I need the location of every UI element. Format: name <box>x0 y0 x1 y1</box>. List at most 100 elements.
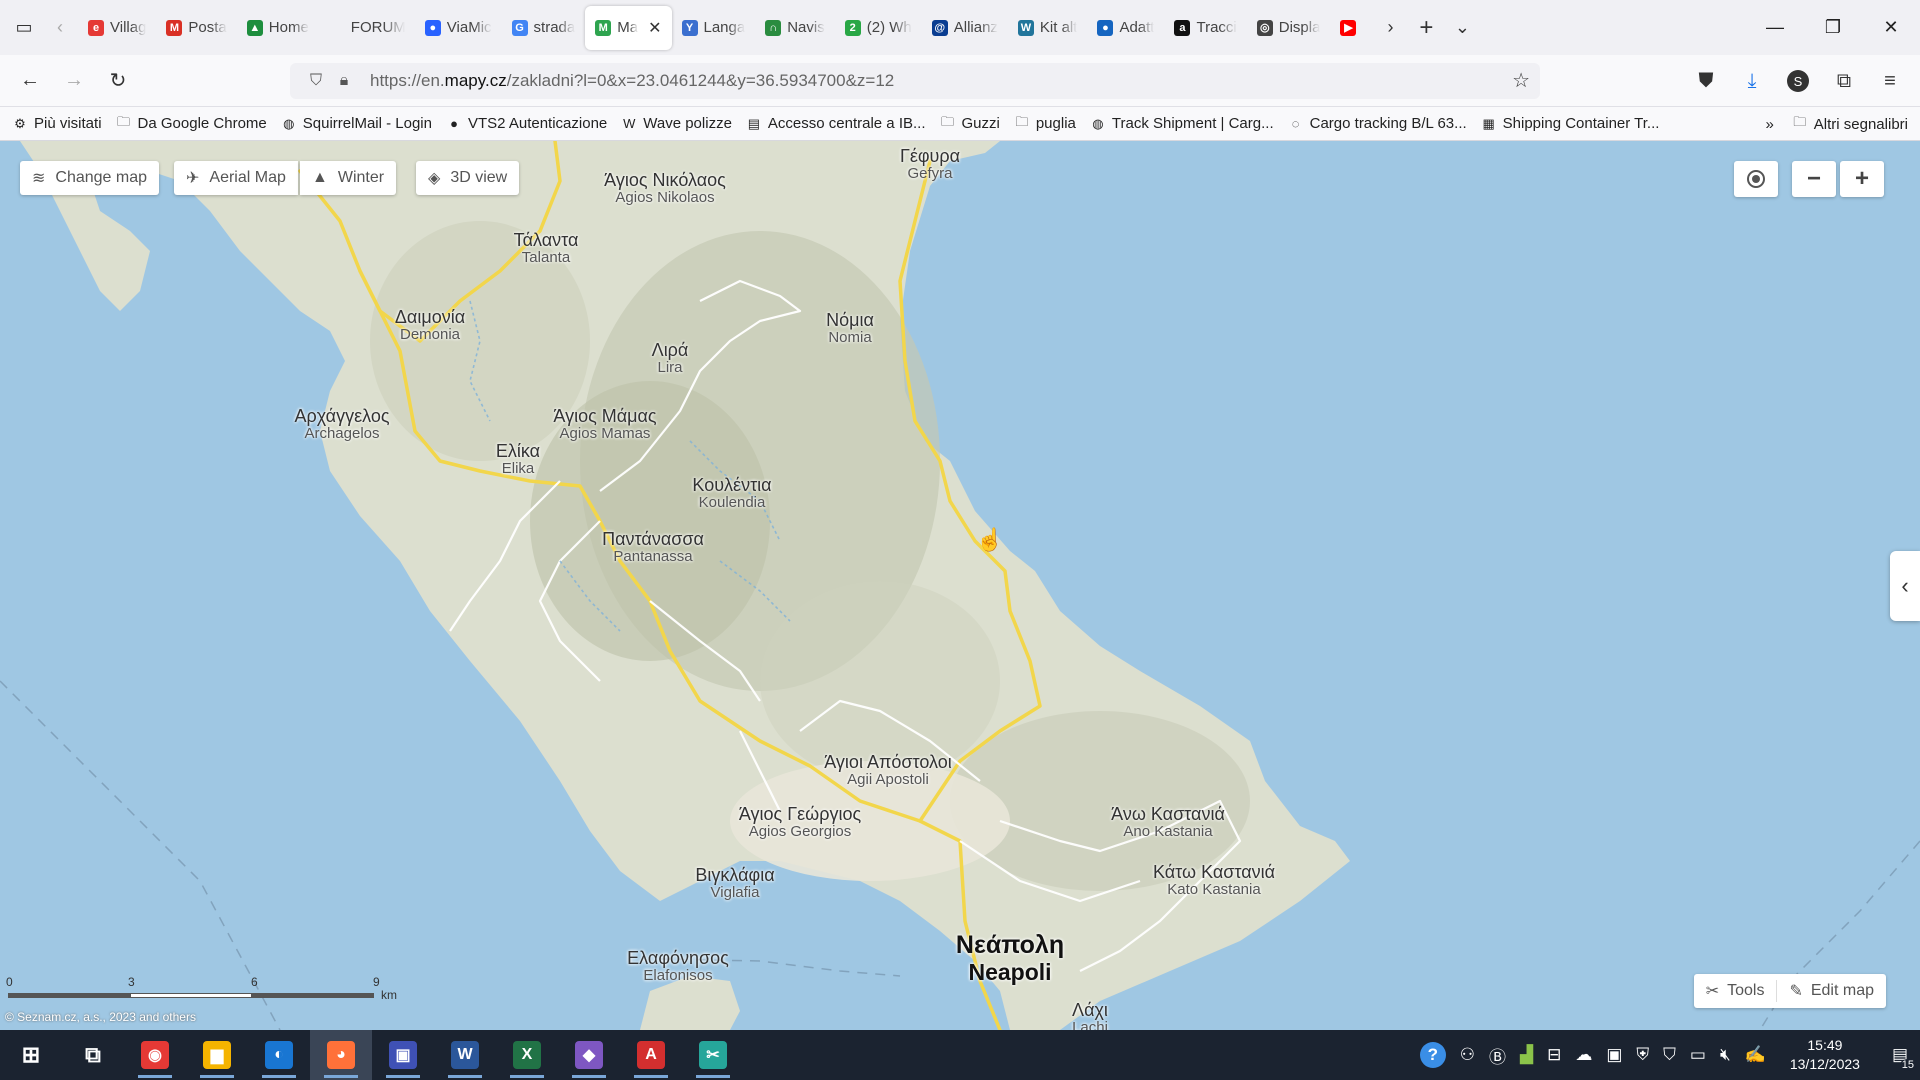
display-icon[interactable]: ▣ <box>1606 1045 1622 1065</box>
list-all-tabs-icon[interactable]: ⌄ <box>1444 10 1480 46</box>
close-window-icon[interactable]: ✕ <box>1862 0 1920 55</box>
bookmark-item[interactable]: ◌ Cargo tracking B/L 63... <box>1288 115 1467 132</box>
browser-tab[interactable]: e Villag <box>78 6 156 50</box>
place-label[interactable]: Βιγκλάφια Viglafia <box>695 866 774 902</box>
browser-tab[interactable]: ● ViaMic <box>415 6 502 50</box>
network-app-icon[interactable]: ▟ <box>1520 1045 1533 1065</box>
browser-tab[interactable]: ∩ Navis <box>755 6 835 50</box>
cloud-icon[interactable]: ☁ <box>1575 1045 1592 1065</box>
restore-icon[interactable]: ❐ <box>1804 0 1862 55</box>
taskbar-remote-desktop[interactable]: ▣ <box>372 1030 434 1080</box>
side-panel-toggle-icon[interactable]: ‹ <box>1890 551 1920 621</box>
aerial-map-button[interactable]: ✈ Aerial Map <box>174 161 298 195</box>
bookmark-item[interactable]: ◍ SquirrelMail - Login <box>281 115 432 132</box>
place-label[interactable]: Νόμια Nomia <box>826 311 874 347</box>
close-tab-icon[interactable]: ✕ <box>648 18 661 38</box>
security-icon[interactable]: ⛨ <box>1636 1045 1649 1065</box>
taskbar-firefox[interactable]: ◕ <box>310 1030 372 1080</box>
system-clock[interactable]: 15:49 13/12/2023 <box>1790 1036 1860 1074</box>
browser-tab[interactable]: @ Allianz <box>922 6 1008 50</box>
browser-tab[interactable]: Gstrada <box>502 6 586 50</box>
browser-tab[interactable]: ● Adatt <box>1087 6 1164 50</box>
place-label[interactable]: Κάτω Καστανιά Kato Kastania <box>1153 863 1275 899</box>
account-icon[interactable]: S <box>1776 61 1820 101</box>
reload-icon[interactable]: ↻ <box>96 61 140 101</box>
change-map-button[interactable]: ≋ Change map <box>20 161 160 195</box>
place-label[interactable]: Ελαφόνησος Elafonisos <box>627 949 729 985</box>
map-copyright[interactable]: © Seznam.cz, a.s., 2023 and others <box>5 1010 196 1024</box>
bookmark-star-icon[interactable]: ☆ <box>1512 68 1530 93</box>
other-bookmarks[interactable]: 🗀 Altri segnalibri <box>1792 114 1908 133</box>
place-label[interactable]: Αρχάγγελος Archagelos <box>294 407 389 443</box>
vpn-icon[interactable]: ⊟ <box>1547 1045 1561 1065</box>
browser-tab[interactable]: a Tracci <box>1164 6 1246 50</box>
place-label[interactable]: Ελίκα Elika <box>496 442 540 478</box>
bookmark-item[interactable]: 🗀 Da Google Chrome <box>116 114 267 133</box>
browser-tab[interactable]: ▲ Home <box>237 6 319 50</box>
taskbar-outlook-client[interactable]: ◐ <box>248 1030 310 1080</box>
place-label[interactable]: Κουλέντια Koulendia <box>692 476 771 512</box>
locate-me-icon[interactable] <box>1734 161 1778 197</box>
tab-overview-icon[interactable]: ▭ <box>6 10 42 46</box>
lock-icon[interactable]: 🔒︎ <box>330 72 358 90</box>
notifications-icon[interactable]: ▤ 15 <box>1892 1045 1916 1071</box>
bookmark-item[interactable]: ◍ Track Shipment | Carg... <box>1090 115 1273 132</box>
bookmark-item[interactable]: 🗀 Guzzi <box>940 114 1000 133</box>
bookmark-item[interactable]: W Wave polizze <box>621 115 732 132</box>
url-text[interactable]: https://en.mapy.cz/zakladni?l=0&x=23.046… <box>370 71 894 91</box>
help-icon[interactable]: ? <box>1419 1042 1446 1068</box>
zoom-in-icon[interactable]: + <box>1840 161 1884 197</box>
bookmark-item[interactable]: 🗀 puglia <box>1014 114 1076 133</box>
taskbar-file-explorer[interactable]: ▆ <box>186 1030 248 1080</box>
new-tab-icon[interactable]: + <box>1408 10 1444 46</box>
zoom-out-icon[interactable]: − <box>1792 161 1836 197</box>
place-label[interactable]: Γέφυρα Gefyra <box>900 147 960 183</box>
3d-view-button[interactable]: ◈ 3D view <box>416 161 520 195</box>
taskbar-chrome[interactable]: ◉ <box>124 1030 186 1080</box>
edit-map-button[interactable]: ✎ Edit map <box>1777 981 1886 1001</box>
place-label[interactable]: Τάλαντα Talanta <box>514 231 579 267</box>
menu-icon[interactable]: ≡ <box>1868 61 1912 101</box>
url-bar[interactable]: ⛉ 🔒︎ https://en.mapy.cz/zakladni?l=0&x=2… <box>290 63 1540 99</box>
pocket-icon[interactable]: ⛊ <box>1684 61 1728 101</box>
browser-tab[interactable]: M Posta <box>156 6 236 50</box>
pen-icon[interactable]: ✍ <box>1745 1045 1766 1065</box>
people-icon[interactable]: ⚇ <box>1460 1045 1475 1065</box>
taskbar-acrobat[interactable]: A <box>620 1030 682 1080</box>
bookmark-item[interactable]: ▤ Accesso centrale a IB... <box>746 115 926 132</box>
tabs-scroll-right-icon[interactable]: › <box>1372 10 1408 46</box>
place-label[interactable]: Λάχι Lachi <box>1072 1001 1108 1030</box>
place-label[interactable]: Άγιος Γεώργιος Agios Georgios <box>739 805 861 841</box>
monitor-icon[interactable]: ▭ <box>1690 1045 1706 1065</box>
forward-icon[interactable]: → <box>52 61 96 101</box>
bookmark-item[interactable]: ● VTS2 Autenticazione <box>446 115 607 132</box>
place-label[interactable]: Παντάνασσα Pantanassa <box>602 530 704 566</box>
browser-tab[interactable]: W Kit alt <box>1008 6 1088 50</box>
minimize-icon[interactable]: — <box>1746 0 1804 55</box>
bitwarden-icon[interactable]: Ⓑ <box>1489 1043 1506 1068</box>
taskbar-word[interactable]: W <box>434 1030 496 1080</box>
downloads-icon[interactable]: ⤓ <box>1730 61 1774 101</box>
mute-icon[interactable]: 🔇︎ <box>1720 1045 1731 1065</box>
defender-icon[interactable]: ⛉ <box>1663 1045 1676 1065</box>
taskbar-excel[interactable]: X <box>496 1030 558 1080</box>
browser-tab[interactable]: 2 (2) Wh <box>835 6 922 50</box>
browser-tab[interactable]: FORUM de <box>319 6 415 50</box>
place-label[interactable]: Άγιοι Απόστολοι Agii Apostoli <box>824 753 952 789</box>
taskbar-task-view[interactable]: ⧉ <box>62 1030 124 1080</box>
more-bookmarks-icon[interactable]: » <box>1765 116 1773 133</box>
place-label[interactable]: Λιρά Lira <box>652 341 689 377</box>
tabs-scroll-left-icon[interactable]: ‹ <box>42 10 78 46</box>
bookmark-item[interactable]: ⚙ Più visitati <box>12 115 101 132</box>
extensions-icon[interactable]: ⧉ <box>1822 61 1866 101</box>
tracking-protection-icon[interactable]: ⛉ <box>302 72 330 90</box>
map-canvas[interactable]: Γέφυρα Gefyra Άγιος Νικόλαος Agios Nikolaos… <box>0 141 1920 1030</box>
browser-tab[interactable]: ◎ Displa <box>1247 6 1331 50</box>
tools-button[interactable]: ✂ Tools <box>1694 981 1777 1001</box>
place-label[interactable]: Νεάπολη Neapoli <box>956 931 1064 985</box>
browser-tab[interactable]: Y Langa <box>672 6 756 50</box>
place-label[interactable]: Άγιος Μάμας Agios Mamas <box>553 407 656 443</box>
taskbar-drop-app[interactable]: ◆ <box>558 1030 620 1080</box>
bookmark-item[interactable]: ▦ Shipping Container Tr... <box>1481 115 1660 132</box>
browser-tab[interactable]: ▶ <box>1330 6 1372 50</box>
